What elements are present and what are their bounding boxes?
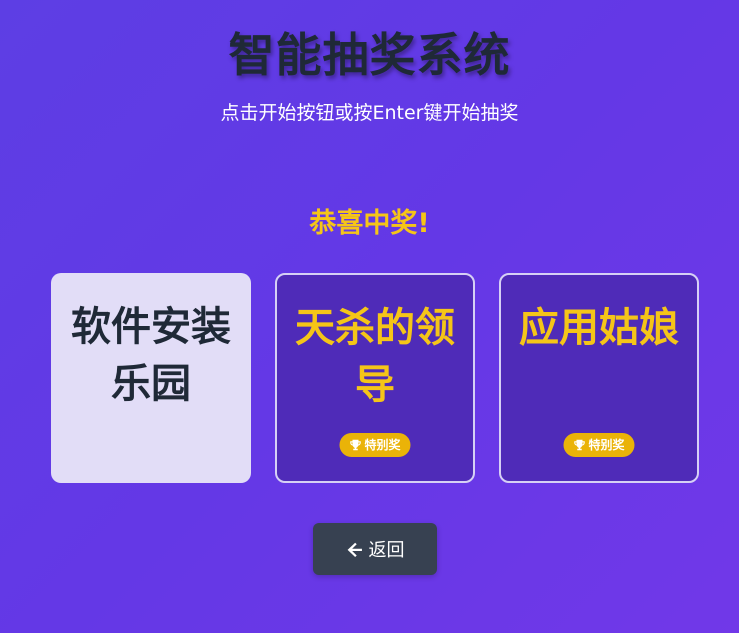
- page-title: 智能抽奖系统: [228, 28, 511, 82]
- back-button-label: 返回: [368, 540, 405, 561]
- badge-label: 特别奖: [588, 438, 625, 452]
- page-subtitle: 点击开始按钮或按Enter键开始抽奖: [220, 102, 519, 124]
- arrow-left-icon: [347, 542, 362, 557]
- prize-card: 软件安装乐园: [51, 273, 251, 483]
- special-prize-badge: 特别奖: [563, 433, 635, 457]
- prize-name: 应用姑娘: [519, 305, 679, 351]
- special-prize-badge: 特别奖: [339, 433, 411, 457]
- prize-name: 天杀的领导: [295, 305, 455, 408]
- prize-card-winner: 应用姑娘 特别奖: [499, 273, 699, 483]
- badge-label: 特别奖: [364, 438, 401, 452]
- congrats-heading: 恭喜中奖!: [309, 208, 430, 239]
- prize-name: 软件安装乐园: [71, 304, 231, 407]
- trophy-icon: [350, 439, 361, 451]
- prize-card-winner: 天杀的领导 特别奖: [275, 273, 475, 483]
- back-button[interactable]: 返回: [313, 523, 437, 575]
- trophy-icon: [574, 439, 585, 451]
